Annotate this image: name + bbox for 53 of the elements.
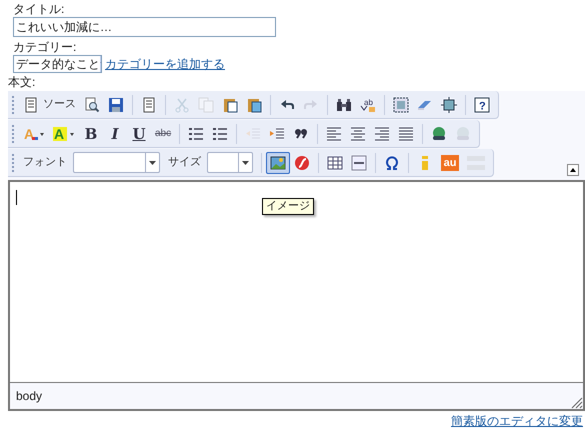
caret-icon [242, 160, 249, 164]
magnifier-icon [84, 96, 100, 112]
scissors-icon [174, 96, 190, 112]
toolbar-button[interactable]: A [49, 122, 79, 144]
align-justify-icon [398, 126, 414, 142]
select-all-icon [393, 96, 409, 112]
collapse-toolbar-icon[interactable] [567, 164, 579, 176]
simple-editor-link[interactable]: 簡素版のエディタに変更 [451, 412, 583, 430]
copy-icon [198, 96, 214, 112]
toolbar-button[interactable]: I [103, 122, 127, 144]
align-right-icon [374, 126, 390, 142]
maximize-icon [441, 96, 457, 112]
title-input[interactable]: これいい加減に… [13, 17, 276, 37]
toolbar-button[interactable] [266, 152, 290, 174]
toolbar-button[interactable]: ソース [19, 94, 80, 116]
combo-label: フォント [23, 155, 67, 170]
table-icon [327, 154, 343, 170]
bulleted-list-icon [212, 126, 228, 142]
resize-grip-icon[interactable] [571, 397, 583, 409]
field-label: タイトル: [13, 2, 66, 17]
align-center-icon [350, 126, 366, 142]
numbered-list-icon [188, 126, 204, 142]
binoculars-icon [336, 96, 352, 112]
bold-icon: B [83, 126, 99, 142]
clipboard-icon [222, 96, 238, 112]
indent-icon [269, 126, 286, 142]
category-select[interactable]: データ的なこと [13, 55, 102, 73]
strikethrough-icon: abc [155, 126, 172, 142]
underline-icon: U [131, 126, 147, 142]
help-icon: ? [474, 96, 490, 112]
au-icon: au [441, 154, 459, 170]
element-path: body [16, 388, 42, 405]
add-category-link[interactable]: カテゴリーを追加する [105, 55, 225, 73]
caret-icon [149, 160, 156, 164]
combo-label: サイズ [168, 155, 201, 170]
image-icon [270, 154, 286, 170]
flash-icon [294, 154, 310, 170]
document-icon [23, 96, 39, 112]
omega-icon [384, 154, 400, 170]
toolbar-button[interactable]: U [127, 122, 151, 144]
editor-area[interactable] [8, 180, 585, 383]
toolbar-button[interactable]: B [79, 122, 103, 144]
document-icon [141, 96, 157, 112]
clipboard-icon [246, 96, 262, 112]
toolbar-button[interactable]: ? [470, 94, 494, 116]
toolbar-button[interactable]: ab [356, 94, 380, 116]
body-label: 本文: [7, 75, 36, 90]
align-left-icon [326, 126, 342, 142]
tooltip: イメージ [262, 198, 314, 215]
toolbar-button[interactable]: abc [151, 122, 176, 144]
italic-icon: I [107, 126, 123, 142]
field-label: カテゴリー: [13, 40, 78, 55]
outdent-icon [245, 126, 262, 142]
